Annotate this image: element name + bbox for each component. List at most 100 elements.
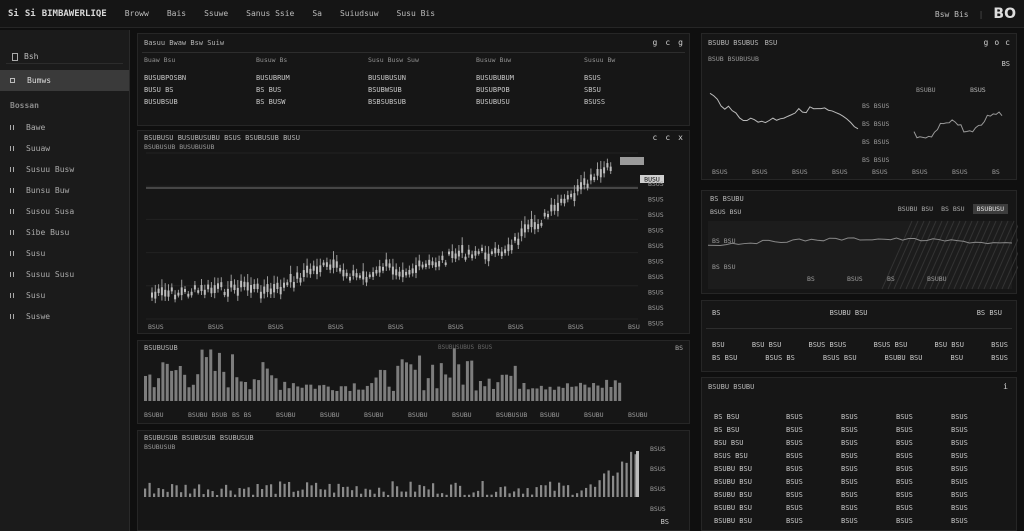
- table-cell: BSUBU BSU: [714, 477, 752, 486]
- sidebar-item[interactable]: Suswe: [0, 306, 129, 327]
- stat-value: BS BSU: [976, 309, 1002, 317]
- sidebar-item[interactable]: Bawe: [0, 117, 129, 138]
- indicator-bar: [301, 489, 304, 497]
- x-axis-label: BS BS: [232, 411, 252, 419]
- table-row[interactable]: BS BSU BSUS BSUS BSUS BSUS: [714, 410, 1009, 423]
- sidebar-search[interactable]: Bsh: [6, 50, 123, 64]
- sidebar-item-active[interactable]: Bumws: [0, 70, 129, 91]
- candle: [395, 269, 398, 276]
- indicator-bar: [598, 480, 601, 497]
- volume-bar: [570, 386, 574, 401]
- stats-panel: BS BSUBU BSU BS BSU BSU BSU BSU BSUS BSUS BSU…: [701, 300, 1017, 372]
- sidebar-item[interactable]: Sibe Busu: [0, 222, 129, 243]
- sidebar-item[interactable]: Susu: [0, 243, 129, 264]
- candle: [184, 289, 186, 292]
- menu-item-7[interactable]: Susu Bis: [397, 9, 436, 18]
- indicator-bar: [220, 488, 223, 497]
- volume-bar: [483, 386, 487, 401]
- indicator-bar: [184, 484, 187, 497]
- candle: [438, 261, 441, 267]
- sidebar-item[interactable]: Suuaw: [0, 138, 129, 159]
- table-row[interactable]: BSUBU BSU BSUS BSUS BSUS BSUS: [714, 514, 1009, 527]
- volume-bar: [552, 389, 556, 401]
- stat-value: BSU BSU: [934, 341, 964, 349]
- indicator-bar: [544, 485, 547, 497]
- candle: [428, 259, 431, 266]
- secondary-chart[interactable]: BS BSUSBS BSUSBS BSUSBS BSUSBSUBU BSUSBSU…: [702, 34, 1018, 181]
- volume-bar: [148, 374, 152, 401]
- x-axis-label: BSUS: [568, 323, 584, 331]
- grid-icon[interactable]: g: [678, 38, 683, 47]
- volume-bar: [522, 382, 526, 401]
- sidebar-item[interactable]: Susuu Susu: [0, 264, 129, 285]
- candle: [543, 212, 546, 217]
- candle: [283, 282, 285, 288]
- volume-chart[interactable]: BSUBU BSUBU BSUB BS BS BSUBU BSUBU BSUBU BSUBU…: [138, 341, 691, 425]
- table-cell: BSUBU BSU: [714, 503, 752, 512]
- menu-item-2[interactable]: Bais: [167, 9, 186, 18]
- indicator-bar: [243, 488, 246, 497]
- candle: [586, 183, 589, 188]
- indicator-bar: [612, 475, 615, 497]
- expand-icon[interactable]: c: [665, 38, 670, 47]
- indicator-bar: [594, 486, 597, 497]
- volume-bar: [470, 360, 474, 401]
- table-cell: BSUS: [896, 412, 913, 421]
- top-menu: Broww Bais Ssuwe Sanus Ssie Sa Suiudsuw …: [125, 9, 435, 18]
- candle: [474, 250, 477, 256]
- volume-bar: [431, 364, 435, 401]
- price-chart-panel: BSUBUSU BUSUBUSUBU BSUS BSUBUSUB BUSU BS…: [137, 130, 690, 334]
- indicator-chart[interactable]: BSUS BSUS BSUS BSUS: [138, 431, 691, 531]
- info-icon[interactable]: i: [1003, 382, 1008, 391]
- candle: [279, 286, 282, 295]
- candle: [180, 287, 183, 296]
- table-row[interactable]: BSUBU BSU BSUS BSUS BSUS BSUS: [714, 462, 1009, 475]
- candle: [454, 253, 457, 259]
- depth-chart[interactable]: BS BSU BS BSU BS BSUS BS BSUBU: [702, 191, 1018, 295]
- summary-column-header: Busuw Bs: [256, 56, 288, 64]
- table-cell: BSUS: [841, 503, 858, 512]
- account-label[interactable]: Bsw Bis: [935, 10, 969, 19]
- candle: [335, 261, 338, 268]
- sidebar-item[interactable]: Susuu Busw: [0, 159, 129, 180]
- table-row[interactable]: BSUBU BSU BSUS BSUS BSUS BSUS: [714, 501, 1009, 514]
- indicator-bar: [418, 484, 421, 497]
- sidebar-item[interactable]: Bunsu Buw: [0, 180, 129, 201]
- candle: [197, 290, 200, 293]
- volume-bar: [239, 381, 243, 401]
- volume-bar: [465, 361, 469, 401]
- table-row[interactable]: BSU BSU BSUS BSUS BSUS BSUS: [714, 436, 1009, 449]
- indicator-bar: [378, 487, 381, 497]
- sidebar-item[interactable]: Susu: [0, 285, 129, 306]
- volume-bar: [244, 381, 248, 401]
- table-row[interactable]: BSUS BSU BSUS BSUS BSUS BSUS: [714, 449, 1009, 462]
- candle: [527, 224, 530, 230]
- candle: [167, 290, 170, 297]
- menu-item-3[interactable]: Ssuwe: [204, 9, 228, 18]
- candle: [309, 268, 312, 275]
- indicator-bar: [508, 493, 511, 497]
- sidebar-item-label: Susuu Busw: [26, 165, 75, 174]
- sidebar-item[interactable]: Susou Susa: [0, 201, 129, 222]
- stat-value: BSUBU BSU: [884, 354, 923, 362]
- indicator-bar: [589, 484, 592, 497]
- table-cell: BSUS: [896, 464, 913, 473]
- settings-icon[interactable]: g: [653, 38, 658, 47]
- table-row[interactable]: BSUBU BSU BSUS BSUS BSUS BSUS: [714, 488, 1009, 501]
- user-menu-icon[interactable]: BO: [993, 6, 1016, 22]
- price-chart[interactable]: BUSUSBUSUBSUSBSUSBSUSBSUSBSUSBSUSBSUSBSU…: [138, 131, 691, 335]
- candle: [457, 250, 460, 257]
- table-row[interactable]: BS BSU BSUS BSUS BSUS BSUS: [714, 423, 1009, 436]
- indicator-bar: [409, 481, 412, 497]
- candle: [556, 202, 559, 212]
- menu-item-6[interactable]: Suiudsuw: [340, 9, 379, 18]
- menu-item-1[interactable]: Broww: [125, 9, 149, 18]
- indicator-bar: [225, 484, 228, 497]
- top-right-controls: Bsw Bis | BO: [935, 6, 1016, 22]
- menu-item-5[interactable]: Sa: [312, 9, 322, 18]
- y-axis-label: BSUS: [650, 505, 666, 513]
- table-row[interactable]: BSUBU BSU BSUS BSUS BSUS BSUS: [714, 475, 1009, 488]
- divider: |: [978, 9, 984, 19]
- axis-label: BSUS: [847, 275, 863, 283]
- menu-item-4[interactable]: Sanus Ssie: [246, 9, 294, 18]
